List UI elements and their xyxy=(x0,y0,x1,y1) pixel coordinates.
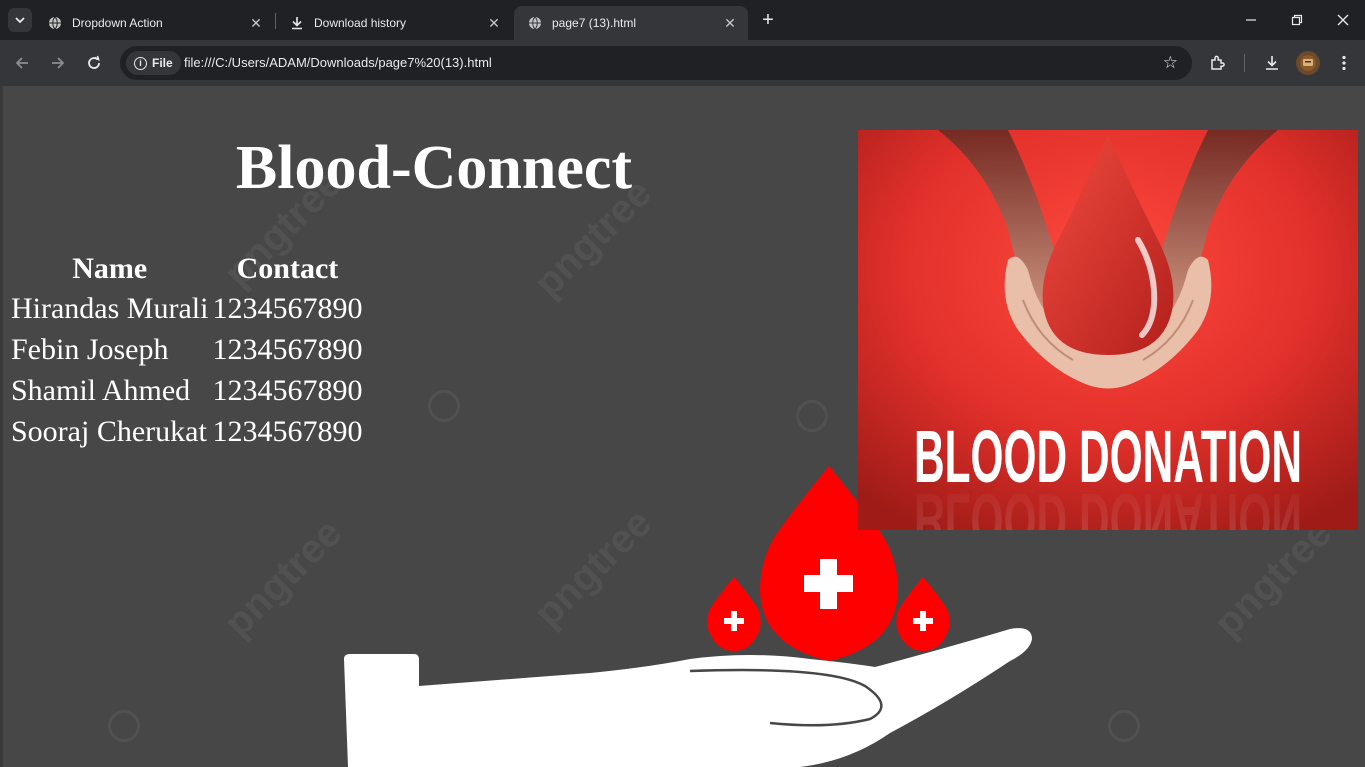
minimize-button[interactable] xyxy=(1228,0,1274,40)
donor-name: Shamil Ahmed xyxy=(11,374,191,407)
new-tab-button[interactable]: + xyxy=(757,9,779,31)
forward-button[interactable] xyxy=(46,51,70,75)
globe-icon xyxy=(48,16,62,30)
browser-toolbar: i File file:///C:/Users/ADAM/Downloads/p… xyxy=(0,40,1365,86)
watermark-copyright-icon xyxy=(108,710,140,742)
page-title: Blood-Connect xyxy=(235,134,633,202)
tab-page7[interactable]: page7 (13).html ✕ xyxy=(514,6,748,40)
restore-button[interactable] xyxy=(1274,0,1320,40)
close-icon xyxy=(1337,14,1349,26)
table-row: Sooraj Cherukat 1234567890 xyxy=(10,412,363,451)
tab-dropdown-action[interactable]: Dropdown Action ✕ xyxy=(34,6,274,40)
watermark-copyright-icon xyxy=(796,400,828,432)
tab-download-history[interactable]: Download history ✕ xyxy=(276,6,512,40)
column-header-name: Name xyxy=(72,252,148,285)
page-viewport: pngtree pngtree pngtree pngtree pngtree … xyxy=(0,86,1365,767)
profile-avatar[interactable] xyxy=(1296,51,1320,75)
bookmark-star-icon[interactable]: ☆ xyxy=(1163,53,1178,73)
donor-name: Febin Joseph xyxy=(11,333,169,366)
downloads-button[interactable] xyxy=(1260,51,1284,75)
chevron-down-icon xyxy=(15,17,25,24)
column-header-contact: Contact xyxy=(236,252,339,285)
restore-icon xyxy=(1291,14,1303,26)
toolbar-divider xyxy=(1244,54,1245,72)
donor-name: Hirandas Murali xyxy=(11,292,209,325)
address-bar[interactable]: i File file:///C:/Users/ADAM/Downloads/p… xyxy=(120,46,1192,80)
info-icon: i xyxy=(134,56,147,70)
donor-contact: 1234567890 xyxy=(212,292,363,325)
download-icon xyxy=(290,16,304,30)
kebab-menu-icon xyxy=(1342,55,1346,71)
table-header-row: Name Contact xyxy=(10,250,363,287)
close-tab-icon[interactable]: ✕ xyxy=(722,15,738,31)
tab-title: Dropdown Action xyxy=(72,16,163,30)
close-window-button[interactable] xyxy=(1320,0,1365,40)
watermark-copyright-icon xyxy=(428,390,460,422)
site-info-chip[interactable]: i File xyxy=(126,51,181,75)
arrow-left-icon xyxy=(15,57,28,69)
close-tab-icon[interactable]: ✕ xyxy=(486,15,502,31)
url-text[interactable]: file:///C:/Users/ADAM/Downloads/page7%20… xyxy=(184,46,492,80)
back-button[interactable] xyxy=(10,51,34,75)
donor-contacts-table: Name Contact Hirandas Murali 1234567890 … xyxy=(8,248,365,453)
poster-text-reflection: BLOOD DONATION xyxy=(914,478,1302,530)
donor-contact: 1234567890 xyxy=(212,333,363,366)
tab-title: page7 (13).html xyxy=(552,16,637,30)
donor-contact: 1234567890 xyxy=(212,374,363,407)
watermark-text: pngtree xyxy=(1205,510,1341,646)
reload-icon xyxy=(88,55,100,69)
donor-name: Sooraj Cherukat xyxy=(11,415,207,448)
minimize-icon xyxy=(1246,19,1256,21)
tab-strip: Dropdown Action ✕ Download history ✕ pag… xyxy=(0,0,1365,40)
tab-search-button[interactable] xyxy=(8,8,32,32)
extensions-button[interactable] xyxy=(1206,51,1230,75)
puzzle-icon xyxy=(1211,55,1225,70)
menu-button[interactable] xyxy=(1332,51,1356,75)
blood-donation-poster: BLOOD DONATION BLOOD DONATION xyxy=(858,130,1358,530)
cross-horizontal xyxy=(804,575,853,592)
globe-icon xyxy=(528,16,542,30)
arrow-right-icon xyxy=(52,57,65,69)
close-tab-icon[interactable]: ✕ xyxy=(248,15,264,31)
table-row: Febin Joseph 1234567890 xyxy=(10,330,363,369)
watermark-copyright-icon xyxy=(1108,710,1140,742)
tab-title: Download history xyxy=(314,16,407,30)
security-chip-label: File xyxy=(152,56,173,70)
download-icon xyxy=(1266,56,1278,70)
table-row: Shamil Ahmed 1234567890 xyxy=(10,371,363,410)
avatar-icon xyxy=(1300,55,1316,71)
donor-contact: 1234567890 xyxy=(212,415,363,448)
reload-button[interactable] xyxy=(82,51,106,75)
table-row: Hirandas Murali 1234567890 xyxy=(10,289,363,328)
